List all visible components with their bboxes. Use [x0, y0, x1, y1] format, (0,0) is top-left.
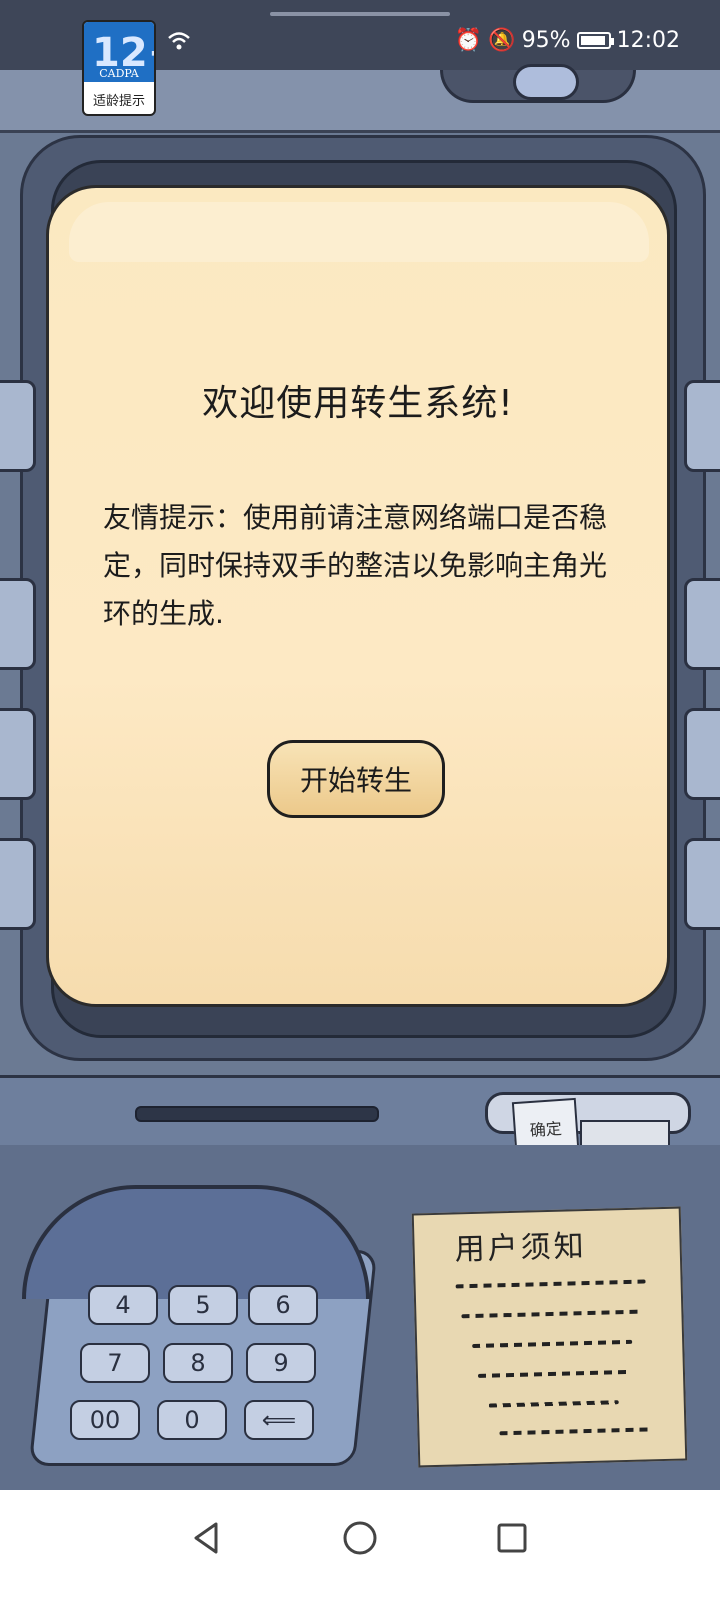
- clock: 12:02: [616, 28, 680, 53]
- notice-scribble: [488, 1400, 619, 1408]
- key-4[interactable]: 4: [88, 1285, 158, 1325]
- atm-screen: 欢迎使用转生系统! 友情提示：使用前请注意网络端口是否稳定，同时保持双手的整洁以…: [46, 185, 670, 1007]
- key-0[interactable]: 0: [157, 1400, 227, 1440]
- key-8[interactable]: 8: [163, 1343, 233, 1383]
- home-icon[interactable]: [340, 1518, 380, 1558]
- battery-percent: 95%: [521, 28, 571, 53]
- cash-slot: [135, 1106, 379, 1122]
- key-00[interactable]: 00: [70, 1400, 140, 1440]
- key-7[interactable]: 7: [80, 1343, 150, 1383]
- side-button-right-3[interactable]: [684, 708, 720, 800]
- screen-gloss: [69, 202, 649, 262]
- key-backspace[interactable]: ⟸: [244, 1400, 314, 1440]
- alarm-icon: ⏰: [454, 28, 483, 53]
- screen-tip: 友情提示：使用前请注意网络端口是否稳定，同时保持双手的整洁以免影响主角光环的生成…: [103, 501, 608, 630]
- camera: [440, 64, 636, 103]
- key-6[interactable]: 6: [248, 1285, 318, 1325]
- age-badge-label: 适龄提示: [92, 94, 145, 109]
- back-icon[interactable]: [186, 1518, 226, 1558]
- key-9[interactable]: 9: [246, 1343, 316, 1383]
- battery-icon: [576, 32, 614, 49]
- camera-lens: [513, 64, 579, 100]
- status-handle: [270, 12, 450, 16]
- start-rebirth-button[interactable]: 开始转生: [267, 740, 445, 818]
- side-button-left-3[interactable]: [0, 708, 36, 800]
- status-right: ⏰ 🔕 95% 12:02: [455, 28, 680, 53]
- age-rating-badge[interactable]: 12+ CADPA 适龄提示: [82, 20, 156, 116]
- wifi-icon: [168, 32, 190, 50]
- notice-scribble: [455, 1279, 646, 1289]
- screen-title: 欢迎使用转生系统!: [202, 383, 514, 424]
- side-button-left-4[interactable]: [0, 838, 36, 930]
- battery-level: [580, 36, 606, 45]
- notice-scribble: [499, 1427, 650, 1436]
- notice-title: 用户须知: [454, 1229, 588, 1268]
- notice-scribble: [472, 1339, 633, 1349]
- user-notice-paper[interactable]: 用户须知: [411, 1206, 688, 1468]
- side-button-right-4[interactable]: [684, 838, 720, 930]
- mute-icon: 🔕: [488, 28, 516, 53]
- recents-icon[interactable]: [492, 1518, 532, 1558]
- notice-scribble: [477, 1369, 628, 1378]
- key-5[interactable]: 5: [168, 1285, 238, 1325]
- age-badge-org: CADPA: [99, 67, 139, 80]
- side-button-left-2[interactable]: [0, 578, 36, 670]
- age-badge-top: 12+ CADPA: [84, 22, 154, 82]
- notice-scribble: [461, 1309, 642, 1319]
- side-button-left-1[interactable]: [0, 380, 36, 472]
- navigation-bar: [0, 1490, 720, 1600]
- side-button-right-2[interactable]: [684, 578, 720, 670]
- side-button-right-1[interactable]: [684, 380, 720, 472]
